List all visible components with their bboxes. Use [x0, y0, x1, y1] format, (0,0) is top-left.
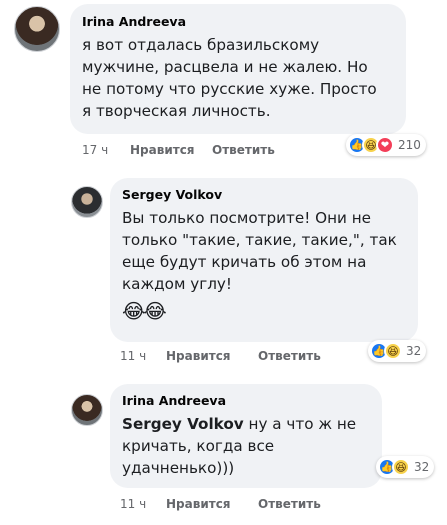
- reaction-count: 32: [406, 344, 422, 358]
- comment-author[interactable]: Irina Andreeva: [82, 14, 394, 29]
- like-link[interactable]: Нравится: [130, 143, 212, 157]
- comment-actions: 11 ч Нравится Ответить: [120, 349, 321, 363]
- comment-actions: 11 ч Нравится Ответить: [120, 497, 321, 511]
- reactions-summary[interactable]: 👍 😆 32: [376, 456, 435, 478]
- haha-icon: 😆: [392, 458, 410, 476]
- reaction-count: 210: [398, 138, 421, 152]
- laughing-emoji-icon: 😂😂: [122, 301, 167, 323]
- comment-text: Вы только посмотрите! Они не только "так…: [122, 209, 397, 293]
- comment-text: я вот отдалась бразильскому мужчине, рас…: [82, 36, 377, 120]
- comment-bubble: Irina Andreeva Sergey Volkov ну а что ж …: [110, 384, 382, 488]
- comment-time[interactable]: 11 ч: [120, 349, 166, 363]
- avatar[interactable]: [14, 6, 60, 52]
- like-link[interactable]: Нравится: [166, 497, 258, 511]
- comment-time[interactable]: 11 ч: [120, 497, 166, 511]
- like-link[interactable]: Нравится: [166, 349, 258, 363]
- comment-bubble: Sergey Volkov Вы только посмотрите! Они …: [110, 178, 418, 342]
- comment-author[interactable]: Sergey Volkov: [122, 187, 406, 202]
- reply-link[interactable]: Ответить: [258, 497, 321, 511]
- reactions-summary[interactable]: 👍 😆 32: [368, 340, 427, 362]
- mention-link[interactable]: Sergey Volkov: [122, 415, 244, 433]
- reaction-count: 32: [414, 460, 430, 474]
- haha-icon: 😆: [384, 342, 402, 360]
- reply-link[interactable]: Ответить: [258, 349, 321, 363]
- love-icon: ❤: [376, 136, 394, 154]
- comment-time[interactable]: 17 ч: [82, 143, 130, 157]
- comment-actions: 17 ч Нравится Ответить: [82, 143, 275, 157]
- reactions-summary[interactable]: 👍 😆 ❤ 210: [346, 134, 426, 156]
- comment-text: Sergey Volkov ну а что ж не кричать, ког…: [122, 413, 370, 479]
- avatar[interactable]: [71, 394, 103, 426]
- comment-author[interactable]: Irina Andreeva: [122, 393, 370, 408]
- reply-link[interactable]: Ответить: [212, 143, 275, 157]
- avatar[interactable]: [71, 186, 103, 218]
- comment-bubble: Irina Andreeva я вот отдалась бразильско…: [70, 4, 406, 134]
